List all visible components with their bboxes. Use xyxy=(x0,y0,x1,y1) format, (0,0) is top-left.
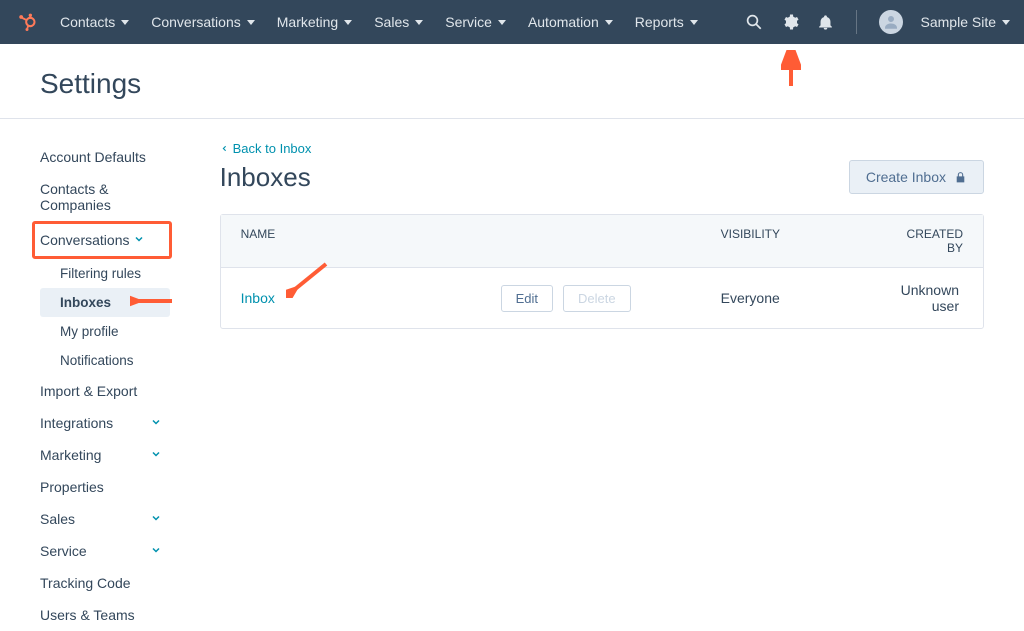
nav-item-conversations[interactable]: Conversations xyxy=(151,14,255,30)
bell-icon[interactable] xyxy=(817,14,834,31)
gear-icon[interactable] xyxy=(781,13,799,31)
sidebar-item-integrations[interactable]: Integrations xyxy=(40,407,180,439)
sidebar-item-label: Integrations xyxy=(40,415,113,431)
edit-button[interactable]: Edit xyxy=(501,285,553,312)
sidebar-item-conversations[interactable]: Conversations xyxy=(40,224,163,256)
top-nav: Contacts Conversations Marketing Sales S… xyxy=(0,0,1024,44)
nav-item-marketing[interactable]: Marketing xyxy=(277,14,352,30)
chevron-left-icon xyxy=(220,144,229,153)
chevron-down-icon xyxy=(150,543,162,559)
chevron-down-icon xyxy=(133,232,145,248)
sidebar-item-marketing[interactable]: Marketing xyxy=(40,439,180,471)
row-name-text: Inbox xyxy=(241,290,275,306)
back-to-inbox-link[interactable]: Back to Inbox xyxy=(220,141,984,156)
lock-icon xyxy=(954,171,967,184)
sidebar-item-tracking-code[interactable]: Tracking Code xyxy=(40,567,180,599)
sidebar-item-label: Service xyxy=(40,543,87,559)
sidebar-item-users-teams[interactable]: Users & Teams xyxy=(40,599,180,631)
create-inbox-label: Create Inbox xyxy=(866,169,946,185)
nav-item-contacts[interactable]: Contacts xyxy=(60,14,129,30)
annotation-highlight-conversations: Conversations xyxy=(32,221,172,259)
chevron-down-icon xyxy=(150,447,162,463)
sidebar-item-contacts-companies[interactable]: Contacts & Companies xyxy=(40,173,180,221)
row-name-link[interactable]: Inbox xyxy=(241,290,501,306)
nav-item-service[interactable]: Service xyxy=(445,14,506,30)
sidebar-item-sales[interactable]: Sales xyxy=(40,503,180,535)
back-link-label: Back to Inbox xyxy=(233,141,312,156)
inboxes-table: NAME VISIBILITY CREATED BY Inbox Edit De… xyxy=(220,214,984,329)
sidebar-subitem-inboxes[interactable]: Inboxes xyxy=(40,288,170,317)
annotation-arrow-inbox-row xyxy=(286,262,330,298)
col-name: NAME xyxy=(241,227,721,255)
sidebar-item-account-defaults[interactable]: Account Defaults xyxy=(40,141,180,173)
row-created-by: Unknown user xyxy=(901,282,963,314)
sidebar-subitem-my-profile[interactable]: My profile xyxy=(50,317,180,346)
sidebar-item-properties[interactable]: Properties xyxy=(40,471,180,503)
sidebar-item-label: Conversations xyxy=(40,232,130,248)
conversations-subitems: Filtering rules Inboxes My profile Notif… xyxy=(40,259,180,375)
nav-item-sales[interactable]: Sales xyxy=(374,14,423,30)
sidebar-subitem-notifications[interactable]: Notifications xyxy=(50,346,180,375)
chevron-down-icon xyxy=(150,415,162,431)
table-header: NAME VISIBILITY CREATED BY xyxy=(221,215,983,268)
nav-right: Sample Site xyxy=(745,10,1010,34)
page-title: Settings xyxy=(40,68,984,100)
nav-item-reports[interactable]: Reports xyxy=(635,14,698,30)
create-inbox-button[interactable]: Create Inbox xyxy=(849,160,984,194)
page-heading-wrap: Settings xyxy=(0,44,1024,119)
hubspot-logo[interactable] xyxy=(14,9,40,35)
search-icon[interactable] xyxy=(745,13,763,31)
sidebar-item-label: Marketing xyxy=(40,447,101,463)
main-content: Back to Inbox Inboxes Create Inbox NAME … xyxy=(180,119,1024,631)
delete-button: Delete xyxy=(563,285,631,312)
chevron-down-icon xyxy=(150,511,162,527)
sidebar-subitem-label: Inboxes xyxy=(60,295,111,310)
sidebar-subitem-filtering-rules[interactable]: Filtering rules xyxy=(50,259,180,288)
sidebar-item-service[interactable]: Service xyxy=(40,535,180,567)
avatar[interactable] xyxy=(879,10,903,34)
nav-items: Contacts Conversations Marketing Sales S… xyxy=(60,14,745,30)
row-visibility: Everyone xyxy=(721,290,901,306)
nav-divider xyxy=(856,10,857,34)
annotation-arrow-inboxes xyxy=(130,292,174,310)
site-switcher[interactable]: Sample Site xyxy=(921,14,1010,30)
sidebar-item-import-export[interactable]: Import & Export xyxy=(40,375,180,407)
col-created-by: CREATED BY xyxy=(901,227,963,255)
table-row: Inbox Edit Delete Everyone Unknown user xyxy=(221,268,983,328)
settings-sidebar: Account Defaults Contacts & Companies Co… xyxy=(0,119,180,631)
sidebar-item-label: Sales xyxy=(40,511,75,527)
nav-item-automation[interactable]: Automation xyxy=(528,14,613,30)
main-title: Inboxes xyxy=(220,162,311,193)
row-actions: Edit Delete xyxy=(501,285,721,312)
col-visibility: VISIBILITY xyxy=(721,227,901,255)
